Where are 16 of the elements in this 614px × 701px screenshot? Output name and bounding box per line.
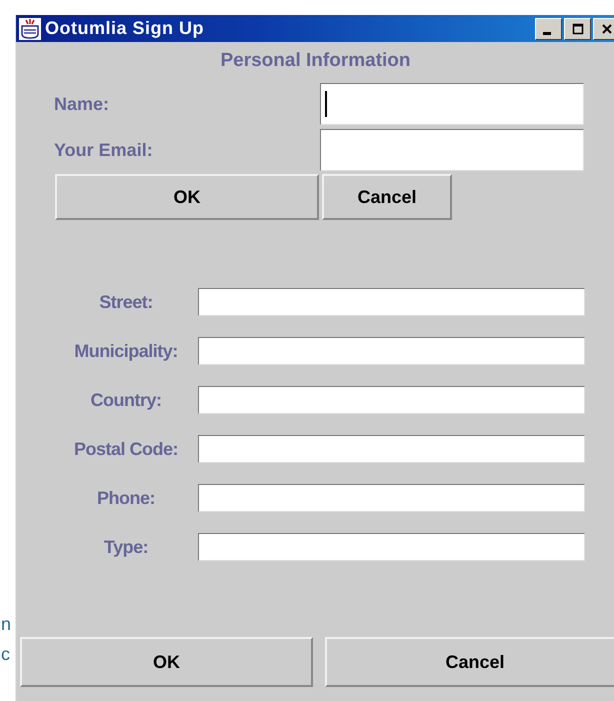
cancel-button[interactable]: Cancel	[322, 174, 452, 220]
field-label: Phone:	[96, 488, 156, 508]
field-label: Street:	[98, 292, 154, 312]
ok-button[interactable]: OK	[55, 174, 319, 220]
field-label: Type:	[102, 536, 150, 558]
field-label: Name:	[54, 94, 110, 114]
slide-text: n	[1, 613, 12, 636]
slide-text: c	[1, 643, 11, 666]
section-heading: Personal Information	[219, 50, 412, 72]
ok-button[interactable]: OK	[20, 637, 313, 687]
field-label: Your Email:	[54, 140, 154, 160]
window-title: Ootumlia Sign Up	[45, 18, 204, 39]
field-label: Country:	[90, 390, 162, 410]
field-label: Postal Code:	[72, 438, 179, 460]
cancel-button[interactable]: Cancel	[325, 637, 614, 687]
field-label: Municipality:	[73, 340, 179, 362]
